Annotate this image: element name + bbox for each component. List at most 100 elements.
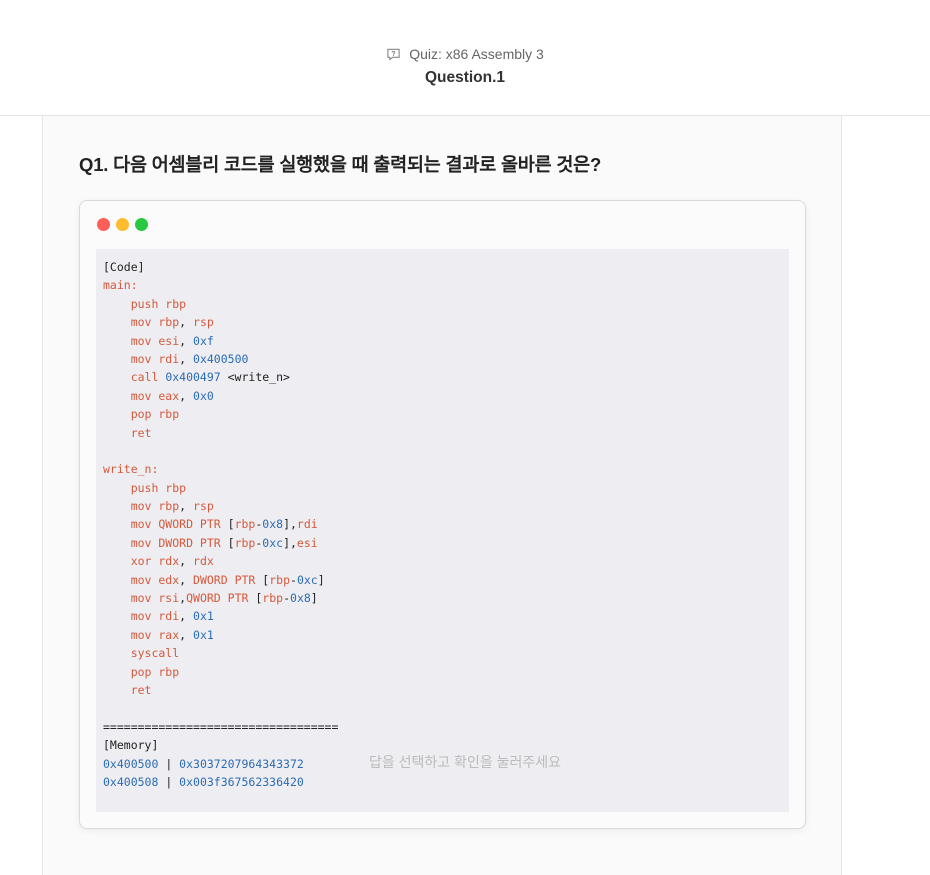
code-token: ================================== (103, 719, 339, 734)
code-token: [ (227, 535, 235, 550)
code-token: , (179, 609, 194, 624)
code-window: [Code] main: push rbp mov rbp, rsp mov es… (79, 200, 806, 829)
code-token: , (179, 351, 194, 366)
code-token: , (179, 499, 194, 514)
question-heading: Q1. 다음 어셈블리 코드를 실행했을 때 출력되는 결과로 올바른 것은? (79, 154, 602, 175)
code-token: call (103, 370, 166, 385)
code-token: mov rbp (103, 315, 180, 330)
code-token: rdi (296, 517, 318, 532)
code-token: , (179, 554, 194, 569)
code-token: [Code] (103, 260, 145, 274)
code-token: rbp (269, 572, 290, 587)
code-token: pop rbp (103, 664, 180, 679)
code-line: mov edx, DWORD PTR [rbp-0xc] (103, 571, 782, 589)
code-token: 0x400508 (103, 774, 159, 789)
window-controls (97, 218, 148, 231)
code-token: mov rdi (103, 351, 180, 366)
code-line: mov esi, 0xf (103, 332, 782, 350)
code-token: mov edx (103, 572, 180, 587)
code-token: ] (317, 572, 325, 587)
code-token: mov eax (103, 388, 180, 403)
code-line: mov rdi, 0x400500 (103, 350, 782, 368)
code-line: [Code] (103, 258, 782, 276)
quiz-header: Quiz: x86 Assembly 3 Question.1 (0, 0, 930, 116)
code-token: 0x400497 (165, 370, 221, 385)
code-token: [ (227, 517, 235, 532)
code-line: push rbp (103, 295, 782, 313)
code-line: mov QWORD PTR [rbp-0x8],rdi (103, 515, 782, 533)
code-line: xor rdx, rdx (103, 552, 782, 570)
code-token: 0x0 (193, 388, 214, 403)
code-token: xor rdx (103, 554, 180, 569)
code-token: write_n: (103, 462, 159, 477)
maximize-dot-icon (135, 218, 148, 231)
quiz-title: Quiz: x86 Assembly 3 (409, 46, 544, 62)
code-token: esi (296, 535, 318, 550)
code-token: QWORD PTR (186, 591, 256, 606)
code-token: mov DWORD PTR (103, 535, 228, 550)
code-line: mov rax, 0x1 (103, 626, 782, 644)
code-token: rsp (193, 315, 214, 330)
code-token: 0x003f367562336420 (179, 774, 304, 789)
chat-question-icon (387, 48, 400, 60)
code-token: rbp (234, 517, 256, 532)
code-token: mov esi (103, 333, 180, 348)
code-token: rbp (234, 535, 256, 550)
code-token: , (179, 388, 194, 403)
code-token: [Memory] (103, 738, 159, 753)
code-token: ret (103, 425, 152, 440)
code-line: mov rbp, rsp (103, 313, 782, 331)
code-line: ================================== (103, 718, 782, 736)
code-line: pop rbp (103, 663, 782, 681)
code-line: 0x400508 | 0x003f367562336420 (103, 773, 782, 791)
code-token: <write_n> (220, 370, 290, 385)
code-token: mov QWORD PTR (103, 517, 228, 532)
code-token: rsp (193, 499, 214, 514)
code-line: main: (103, 276, 782, 294)
code-token: - (283, 591, 291, 606)
code-line: call 0x400497 <write_n> (103, 368, 782, 386)
code-token: , (179, 315, 194, 330)
code-token: , (179, 333, 194, 348)
code-token: main: (103, 278, 138, 293)
code-token: mov rax (103, 627, 180, 642)
code-token: 0xc (262, 535, 284, 550)
code-line: write_n: (103, 460, 782, 478)
code-line: pop rbp (103, 405, 782, 423)
code-token: 0x1 (193, 627, 214, 642)
code-token: ] (310, 591, 318, 606)
code-token: DWORD PTR (193, 572, 263, 587)
code-token: mov rbp (103, 499, 180, 514)
code-line: mov rsi,QWORD PTR [rbp-0x8] (103, 589, 782, 607)
code-line: mov rbp, rsp (103, 497, 782, 515)
code-token: mov rdi (103, 609, 180, 624)
code-token: ret (103, 682, 152, 697)
code-token: 0xc (296, 572, 318, 587)
code-line: push rbp (103, 479, 782, 497)
answer-hint: 답을 선택하고 확인을 눌러주세요 (369, 754, 561, 770)
code-line: mov DWORD PTR [rbp-0xc],esi (103, 534, 782, 552)
code-token: 0x1 (193, 609, 214, 624)
code-line: ret (103, 681, 782, 699)
code-token: ], (283, 535, 297, 550)
close-dot-icon (97, 218, 110, 231)
code-token: 0xf (193, 333, 214, 348)
code-token: syscall (103, 646, 180, 661)
quiz-title-row: Quiz: x86 Assembly 3 (0, 46, 930, 62)
code-line: mov eax, 0x0 (103, 387, 782, 405)
code-token: - (290, 572, 297, 587)
code-token: rdx (193, 554, 214, 569)
code-token: push rbp (103, 480, 187, 495)
code-token: 0x400500 (193, 351, 249, 366)
code-line: ret (103, 424, 782, 442)
code-block: [Code] main: push rbp mov rbp, rsp mov es… (96, 249, 789, 812)
code-token: , (179, 572, 194, 587)
code-token: 0x8 (290, 591, 311, 606)
minimize-dot-icon (116, 218, 129, 231)
code-token: 0x8 (262, 517, 284, 532)
code-token: | (158, 774, 180, 789)
question-number: Question.1 (424, 69, 506, 86)
code-line: mov rdi, 0x1 (103, 607, 782, 625)
